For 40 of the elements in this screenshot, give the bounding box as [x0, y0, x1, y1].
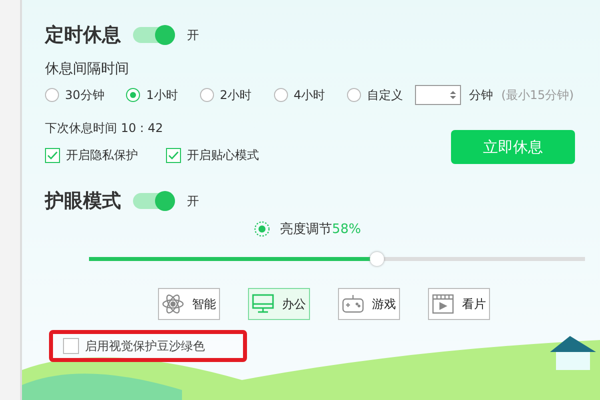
spinner-arrows-icon[interactable]: [450, 90, 456, 100]
eye-protection-label: 启用视觉保护豆沙绿色: [85, 338, 205, 354]
slider-thumb[interactable]: [370, 252, 384, 266]
radio-button[interactable]: [200, 88, 214, 102]
mode-button[interactable]: 看片: [428, 288, 490, 320]
checkbox[interactable]: [63, 338, 79, 354]
section-title: 定时休息: [45, 23, 121, 48]
toggle-label: 开: [187, 192, 199, 210]
interval-label: 休息间隔时间: [45, 60, 130, 78]
film-icon: [432, 294, 454, 314]
toggle-switch[interactable]: [133, 27, 175, 43]
mode-button[interactable]: 游戏: [338, 288, 400, 320]
minutes-spinbox[interactable]: [415, 85, 462, 105]
monitor-icon: [252, 294, 274, 314]
radio-label: 30分钟: [65, 86, 104, 104]
toggle-label: 开: [187, 26, 199, 44]
radio-button[interactable]: [274, 88, 288, 102]
checkbox[interactable]: [166, 148, 181, 163]
toggle-switch[interactable]: [133, 193, 175, 209]
radio-button[interactable]: [45, 88, 59, 102]
checkbox-label: 开启隐私保护: [66, 147, 138, 164]
radio-label: 自定义: [367, 86, 404, 104]
gamepad-icon: [342, 294, 364, 314]
section-title: 护眼模式: [45, 189, 121, 214]
radio-button[interactable]: [347, 88, 362, 102]
next-break-time: 下次休息时间 10 : 42: [45, 120, 164, 137]
unit-label: 分钟: [469, 86, 494, 104]
mode-button[interactable]: 办公: [248, 288, 310, 320]
hint-text: (最小15分钟): [501, 86, 574, 104]
checkbox-label: 开启贴心模式: [187, 147, 259, 164]
house-icon: [548, 334, 598, 370]
brightness-label: 亮度调节58%: [280, 221, 361, 238]
mode-button[interactable]: 智能: [158, 288, 220, 320]
radio-button[interactable]: [126, 88, 140, 102]
checkbox[interactable]: [45, 148, 60, 163]
radio-label: 2小时: [220, 86, 252, 104]
atom-icon: [162, 293, 184, 315]
sun-icon: [254, 221, 270, 237]
radio-label: 1小时: [146, 86, 178, 104]
radio-label: 4小时: [294, 86, 326, 104]
